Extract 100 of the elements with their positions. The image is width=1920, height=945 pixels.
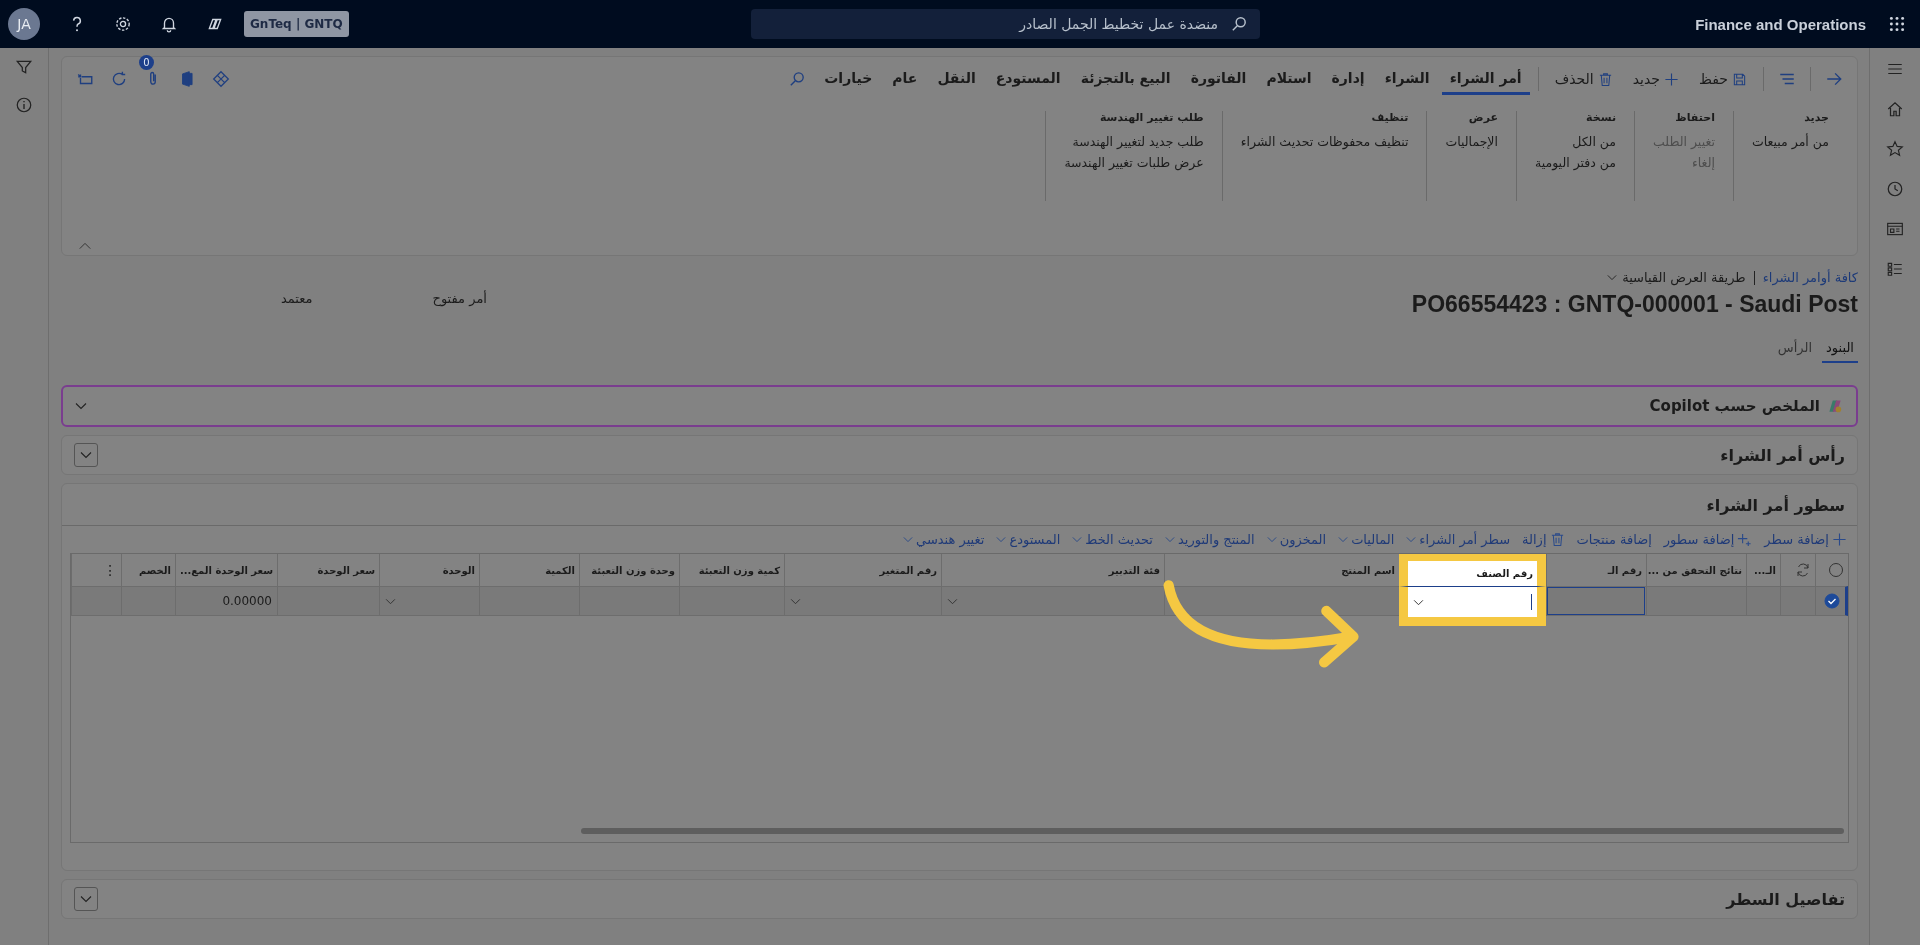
filter-icon[interactable] bbox=[15, 58, 33, 76]
ribbon-tab[interactable]: البيع بالتجزئة bbox=[1072, 63, 1179, 95]
view-selector[interactable]: طريقة العرض القياسية bbox=[1607, 270, 1746, 285]
app-launcher-icon[interactable] bbox=[1888, 15, 1906, 33]
ribbon-tab[interactable]: إدارة bbox=[1323, 63, 1373, 95]
grid-toolbar-button[interactable]: إضافة سطر bbox=[1764, 532, 1847, 547]
ribbon-item[interactable]: من الكل bbox=[1572, 134, 1617, 149]
toolbar-button[interactable]: جديد bbox=[1624, 67, 1687, 91]
chevron-icon bbox=[1338, 536, 1349, 543]
clock-icon[interactable] bbox=[1886, 180, 1904, 198]
chevron-icon bbox=[947, 597, 958, 605]
page-tab[interactable]: البنود bbox=[1822, 336, 1858, 363]
ribbon-tab[interactable]: الفاتورة bbox=[1182, 63, 1255, 95]
chevron-icon bbox=[1406, 536, 1417, 543]
ribbon-tab[interactable]: استلام bbox=[1258, 63, 1320, 95]
toolbar-button[interactable]: الحذف bbox=[1546, 67, 1621, 91]
section-title[interactable]: رأس أمر الشراء bbox=[1720, 445, 1845, 465]
section-title[interactable]: سطور أمر الشراء bbox=[62, 484, 1857, 526]
app-name: Finance and Operations bbox=[1695, 15, 1866, 33]
grid-toolbar-button[interactable]: إضافة منتجات bbox=[1576, 532, 1652, 547]
chevron-icon bbox=[1607, 274, 1618, 281]
dropdown-cell[interactable] bbox=[379, 586, 479, 616]
text-cursor bbox=[1531, 594, 1532, 610]
scrollbar[interactable] bbox=[581, 828, 1844, 834]
info-icon[interactable] bbox=[15, 96, 33, 114]
company-picker[interactable]: GnTeq | GNTQ bbox=[244, 11, 349, 37]
dropdown-cell[interactable] bbox=[941, 586, 1164, 616]
refresh-icon[interactable] bbox=[1795, 562, 1811, 578]
ribbon-tab[interactable]: الشراء bbox=[1376, 63, 1438, 95]
ribbon-item[interactable]: عرض طلبات تغيير الهندسة bbox=[1064, 155, 1204, 170]
settings-icon[interactable] bbox=[114, 15, 132, 33]
column-header[interactable]: رقم الصنف bbox=[1399, 554, 1546, 586]
grid-toolbar-button[interactable]: تغيير هندسي bbox=[903, 532, 985, 547]
count-badge: 0 bbox=[139, 55, 154, 70]
grid-toolbar-button[interactable]: الماليات bbox=[1338, 532, 1395, 547]
chevron-icon bbox=[1072, 536, 1083, 543]
search-field[interactable]: منضدة عمل تخطيط الجمل الصادر bbox=[751, 9, 1260, 39]
add-lines-icon bbox=[1737, 532, 1753, 547]
page-title: PO66554423 : GNTQ-000001 - Saudi Post bbox=[1411, 291, 1858, 318]
expand-button[interactable] bbox=[74, 443, 98, 467]
status-text: معتمد bbox=[281, 291, 313, 306]
toolbar-button[interactable]: حفظ bbox=[1690, 67, 1755, 91]
chevron-icon bbox=[1266, 536, 1277, 543]
dropdown-cell[interactable] bbox=[1399, 586, 1546, 626]
ribbon-tab[interactable]: المستودع bbox=[987, 63, 1069, 95]
column-header[interactable]: كمية وزن التعبئة bbox=[679, 554, 784, 586]
expand-button[interactable] bbox=[74, 887, 98, 911]
ribbon-tab[interactable]: خيارات bbox=[816, 63, 881, 95]
trash-icon bbox=[1549, 532, 1565, 547]
group-title: نسخة bbox=[1586, 111, 1617, 126]
grid-toolbar-button[interactable]: إضافة سطور bbox=[1663, 532, 1753, 547]
dropdown-cell[interactable] bbox=[784, 586, 941, 616]
ribbon-item[interactable]: الإجماليات bbox=[1445, 134, 1498, 149]
bell-icon[interactable] bbox=[160, 15, 178, 33]
section-title[interactable]: الملخص حسب Copilot bbox=[1649, 397, 1820, 415]
chevron-icon bbox=[80, 451, 92, 459]
ribbon-item[interactable]: تنظيف محفوظات تحديث الشراء bbox=[1240, 134, 1409, 149]
grid-toolbar-button[interactable]: المستودع bbox=[996, 532, 1061, 547]
breadcrumb-link[interactable]: كافة أوامر الشراء bbox=[1762, 270, 1858, 285]
grid-toolbar-button[interactable]: المخزون bbox=[1266, 532, 1327, 547]
plus-icon bbox=[1663, 71, 1679, 87]
collapse-icon[interactable] bbox=[78, 241, 92, 251]
chevron-icon bbox=[80, 895, 92, 903]
select-all-icon[interactable] bbox=[1828, 562, 1844, 578]
workspace-icon[interactable] bbox=[1886, 220, 1904, 238]
chevron-icon[interactable] bbox=[75, 402, 87, 410]
ribbon-tab[interactable]: أمر الشراء bbox=[1441, 63, 1530, 95]
plus-icon bbox=[1832, 532, 1847, 547]
group-title: احتفاظ bbox=[1675, 111, 1715, 126]
table-cell: 0.00000 bbox=[175, 586, 277, 616]
home-icon[interactable] bbox=[1886, 100, 1904, 118]
user-avatar[interactable]: JA bbox=[8, 8, 40, 40]
group-title: تنظيف bbox=[1371, 111, 1409, 126]
ribbon-tab[interactable]: عام bbox=[884, 63, 926, 95]
section-title[interactable]: تفاصيل السطر bbox=[1726, 889, 1845, 909]
chevron-icon bbox=[1164, 536, 1175, 543]
group-title: جديد bbox=[1804, 111, 1829, 126]
ribbon-item[interactable]: طلب جديد لتغيير الهندسة bbox=[1072, 134, 1204, 149]
chevron-icon bbox=[790, 597, 801, 605]
row-checkbox[interactable] bbox=[1824, 593, 1840, 609]
group-title: عرض bbox=[1468, 111, 1498, 126]
star-icon[interactable] bbox=[1886, 140, 1904, 158]
chevron-icon bbox=[1413, 598, 1424, 606]
chevron-icon bbox=[385, 597, 396, 605]
ribbon-item[interactable]: من دفتر اليومية bbox=[1535, 155, 1617, 170]
list-icon[interactable] bbox=[1886, 260, 1904, 278]
ribbon-item[interactable]: من أمر مبيعات bbox=[1751, 134, 1829, 149]
page-tab[interactable]: الرأس bbox=[1773, 336, 1817, 363]
grid-toolbar-button[interactable]: إزالة bbox=[1522, 532, 1565, 547]
status-text: أمر مفتوح bbox=[432, 291, 487, 306]
grid-toolbar-button[interactable]: المنتج والتوريد bbox=[1164, 532, 1255, 547]
save-icon bbox=[1732, 71, 1747, 87]
chevron-icon bbox=[903, 536, 914, 543]
search-icon bbox=[1230, 15, 1248, 33]
group-title: طلب تغيير الهندسة bbox=[1099, 111, 1204, 126]
grid-toolbar-button[interactable]: تحديث الخط bbox=[1072, 532, 1153, 547]
grid-toolbar-button[interactable]: سطر أمر الشراء bbox=[1406, 532, 1511, 547]
copilot-icon bbox=[1826, 397, 1844, 415]
ribbon-tab[interactable]: النقل bbox=[929, 63, 984, 95]
trash-icon bbox=[1597, 71, 1613, 87]
